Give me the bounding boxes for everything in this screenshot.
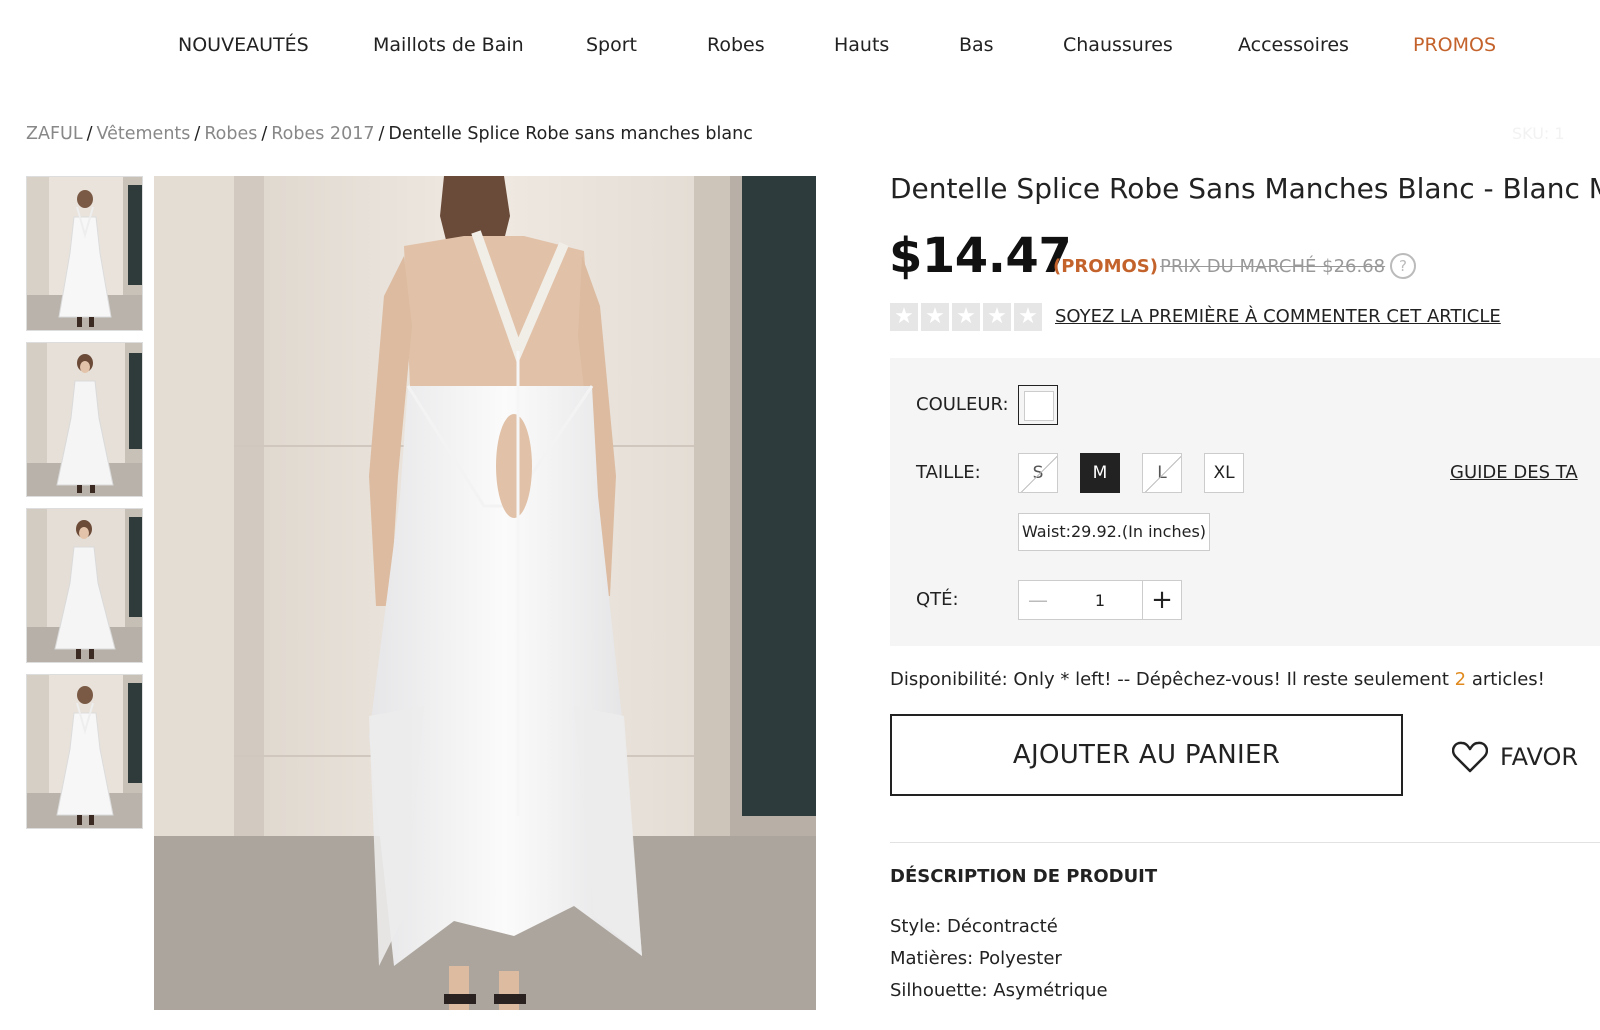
size-option-m[interactable]: M	[1080, 453, 1120, 493]
dress-front-thumbnail-icon	[27, 509, 142, 662]
nav-item-bas[interactable]: Bas	[959, 34, 994, 56]
star-icon: ★	[1014, 303, 1042, 331]
quantity-label: QTÉ:	[916, 589, 959, 610]
size-guide-link[interactable]: GUIDE DES TA	[1450, 462, 1578, 483]
breadcrumb-separator: /	[261, 124, 268, 144]
breadcrumb-link-robes[interactable]: Robes	[204, 124, 257, 144]
color-swatch-white[interactable]	[1018, 385, 1058, 425]
nav-item-hauts[interactable]: Hauts	[834, 34, 889, 56]
thumbnail-3[interactable]	[26, 508, 143, 663]
description-line: Matières: Polyester	[890, 948, 1062, 969]
nav-item-nouveautes[interactable]: NOUVEAUTÉS	[178, 34, 309, 56]
favorite-label: FAVOR	[1500, 743, 1579, 771]
star-icon: ★	[952, 303, 980, 331]
product-title: Dentelle Splice Robe Sans Manches Blanc …	[890, 172, 1600, 205]
star-icon: ★	[890, 303, 918, 331]
color-label: COULEUR:	[916, 394, 1009, 415]
quantity-increase-button[interactable]: +	[1142, 580, 1182, 620]
size-option-label: XL	[1213, 463, 1235, 483]
main-product-image[interactable]	[154, 176, 816, 1010]
main-navigation: NOUVEAUTÉS Maillots de Bain Sport Robes …	[0, 0, 1600, 95]
nav-item-sport[interactable]: Sport	[586, 34, 637, 56]
availability-prefix: Disponibilité: Only * left! -- Dépêchez-…	[890, 669, 1455, 690]
description-line: Style: Décontracté	[890, 916, 1058, 937]
waist-info-tooltip: Waist:29.92.(In inches)	[1018, 513, 1210, 551]
breadcrumb-link-robes-2017[interactable]: Robes 2017	[271, 124, 374, 144]
nav-item-promos[interactable]: PROMOS	[1413, 34, 1496, 56]
size-label: TAILLE:	[916, 462, 981, 483]
promo-tag: (PROMOS)	[1053, 256, 1158, 277]
market-price: PRIX DU MARCHÉ $26.68	[1160, 256, 1386, 277]
star-icon: ★	[983, 303, 1011, 331]
star-icon: ★	[921, 303, 949, 331]
stock-count: 2	[1454, 669, 1467, 690]
breadcrumb: ZAFUL / Vêtements / Robes / Robes 2017/Dentell…	[26, 124, 753, 144]
dress-back-photo-icon	[154, 176, 816, 1010]
breadcrumb-separator: /	[86, 124, 93, 144]
quantity-decrease-button[interactable]: —	[1018, 580, 1058, 620]
unavailable-strike	[1020, 454, 1057, 492]
breadcrumb-separator: /	[194, 124, 201, 144]
availability-text: Disponibilité: Only * left! -- Dépêchez-…	[890, 669, 1545, 690]
size-option-s[interactable]: S	[1018, 453, 1058, 493]
unavailable-strike	[1144, 454, 1181, 492]
color-swatch-fill	[1024, 391, 1054, 421]
description-title: DÉSCRIPTION DE PRODUIT	[890, 866, 1158, 887]
thumbnail-1[interactable]	[26, 176, 143, 331]
dress-back-thumbnail-icon	[27, 177, 142, 330]
sku-text: SKU: 1	[1512, 124, 1565, 143]
thumbnail-2[interactable]	[26, 342, 143, 497]
breadcrumb-current: Dentelle Splice Robe sans manches blanc	[388, 124, 753, 144]
heart-icon	[1452, 741, 1488, 773]
size-option-l[interactable]: L	[1142, 453, 1182, 493]
quantity-input[interactable]	[1057, 580, 1143, 620]
rating-stars: ★ ★ ★ ★ ★	[890, 303, 1042, 331]
write-review-link[interactable]: SOYEZ LA PREMIÈRE À COMMENTER CET ARTICL…	[1055, 306, 1501, 327]
availability-suffix: articles!	[1466, 669, 1545, 690]
size-option-label: M	[1092, 463, 1108, 483]
product-price: $14.47	[889, 228, 1072, 284]
description-line: Silhouette: Asymétrique	[890, 980, 1108, 1001]
size-option-xl[interactable]: XL	[1204, 453, 1244, 493]
favorite-button[interactable]: FAVOR	[1452, 737, 1578, 777]
breadcrumb-separator: /	[378, 124, 385, 144]
section-divider	[890, 842, 1600, 843]
nav-item-robes[interactable]: Robes	[707, 34, 765, 56]
nav-item-chaussures[interactable]: Chaussures	[1063, 34, 1173, 56]
thumbnail-4[interactable]	[26, 674, 143, 829]
nav-item-maillots-de-bain[interactable]: Maillots de Bain	[373, 34, 524, 56]
breadcrumb-link-vetements[interactable]: Vêtements	[97, 124, 191, 144]
dress-back-thumbnail-icon	[27, 675, 142, 828]
nav-item-accessoires[interactable]: Accessoires	[1238, 34, 1349, 56]
add-to-cart-button[interactable]: AJOUTER AU PANIER	[890, 714, 1403, 796]
dress-front-thumbnail-icon	[27, 343, 142, 496]
breadcrumb-link-zaful[interactable]: ZAFUL	[26, 124, 83, 144]
help-icon[interactable]: ?	[1390, 253, 1416, 279]
